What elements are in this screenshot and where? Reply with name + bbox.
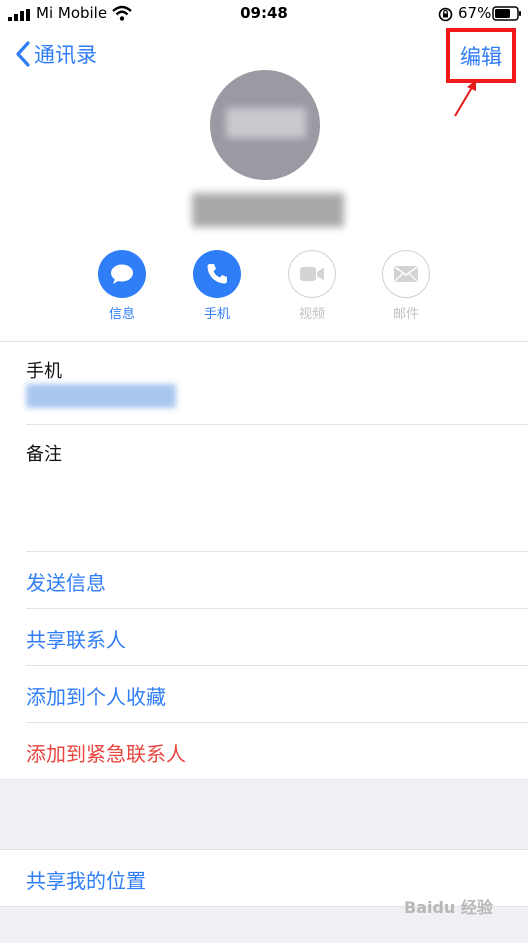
divider bbox=[0, 341, 528, 342]
add-to-favorites-link[interactable]: 添加到个人收藏 bbox=[26, 681, 166, 710]
add-emergency-contact-link[interactable]: 添加到紧急联系人 bbox=[26, 738, 186, 767]
message-action[interactable]: 信息 bbox=[82, 250, 162, 322]
mail-action-label: 邮件 bbox=[392, 307, 419, 322]
edit-highlight-box: 编辑 bbox=[446, 28, 516, 83]
battery-percentage: 67% bbox=[458, 4, 492, 22]
divider bbox=[26, 608, 528, 609]
avatar-initials-blurred bbox=[226, 108, 306, 138]
call-action[interactable]: 手机 bbox=[177, 250, 257, 322]
battery-icon bbox=[492, 6, 521, 21]
divider bbox=[26, 722, 528, 723]
phone-number-blurred[interactable] bbox=[26, 384, 176, 408]
chevron-left-icon bbox=[16, 41, 30, 67]
divider bbox=[0, 779, 528, 780]
phone-field-label: 手机 bbox=[26, 361, 62, 382]
video-icon bbox=[288, 250, 336, 298]
call-action-label: 手机 bbox=[203, 307, 230, 322]
share-contact-link[interactable]: 共享联系人 bbox=[26, 624, 126, 653]
baidu-watermark: Baidu 经验 bbox=[404, 898, 493, 917]
notes-field-label: 备注 bbox=[26, 444, 62, 465]
edit-button[interactable]: 编辑 bbox=[460, 41, 502, 71]
divider bbox=[0, 849, 528, 850]
divider bbox=[26, 665, 528, 666]
video-action-label: 视频 bbox=[298, 307, 325, 322]
send-message-link[interactable]: 发送信息 bbox=[26, 567, 106, 596]
message-action-label: 信息 bbox=[108, 307, 135, 322]
share-my-location-link[interactable]: 共享我的位置 bbox=[26, 865, 146, 894]
annotation-arrow-icon bbox=[454, 80, 476, 117]
back-button[interactable]: 通讯录 bbox=[14, 38, 97, 70]
mail-icon bbox=[382, 250, 430, 298]
video-action[interactable]: 视频 bbox=[272, 250, 352, 322]
contact-name-blurred bbox=[192, 193, 344, 227]
message-icon bbox=[98, 250, 146, 298]
phone-icon bbox=[193, 250, 241, 298]
status-bar: Mi Mobile 09:48 67% bbox=[0, 0, 528, 28]
back-label: 通讯录 bbox=[34, 43, 97, 67]
divider bbox=[26, 424, 528, 425]
rotation-lock-icon bbox=[438, 7, 453, 22]
mail-action[interactable]: 邮件 bbox=[366, 250, 446, 322]
section-separator bbox=[0, 779, 528, 849]
divider bbox=[26, 551, 528, 552]
